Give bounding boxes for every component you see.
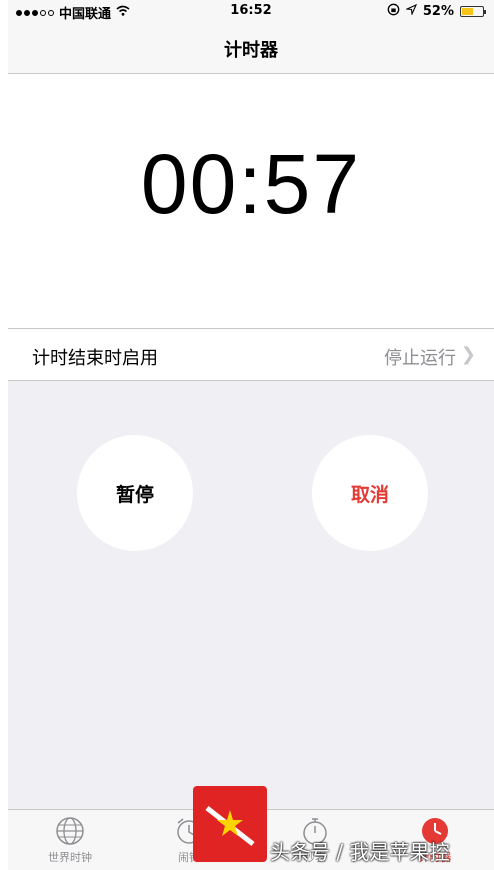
chevron-right-icon: ❯ [460,344,476,365]
timer-end-action-value: 停止运行 [384,348,456,369]
globe-icon [56,817,84,845]
timer-controls: 暂停 取消 [8,381,494,809]
battery-icon [460,6,486,17]
page-title: 计时器 [224,40,278,61]
orientation-lock-icon [387,3,400,20]
timer-countdown: 00:57 [140,137,362,231]
cancel-button[interactable]: 取消 [312,435,428,551]
status-right: 52% [387,3,486,20]
battery-fill [462,8,473,15]
tab-world-clock[interactable]: 世界时钟 [25,816,115,865]
location-arrow-icon [404,3,417,19]
watermark-text: 头条号 / 我是苹果控 [270,840,450,864]
timer-end-action-label: 计时结束时启用 [32,348,158,369]
tab-label: 世界时钟 [48,851,92,864]
battery-percent: 52% [422,4,454,19]
timer-area: 00:57 [8,74,494,329]
status-bar: 中国联通 16:52 52% [8,0,494,22]
timer-end-action-row[interactable]: 计时结束时启用 停止运行 ❯ [8,328,494,381]
navigation-bar: 计时器 [8,22,494,74]
pause-button[interactable]: 暂停 [77,435,193,551]
watermark-logo [193,786,267,862]
